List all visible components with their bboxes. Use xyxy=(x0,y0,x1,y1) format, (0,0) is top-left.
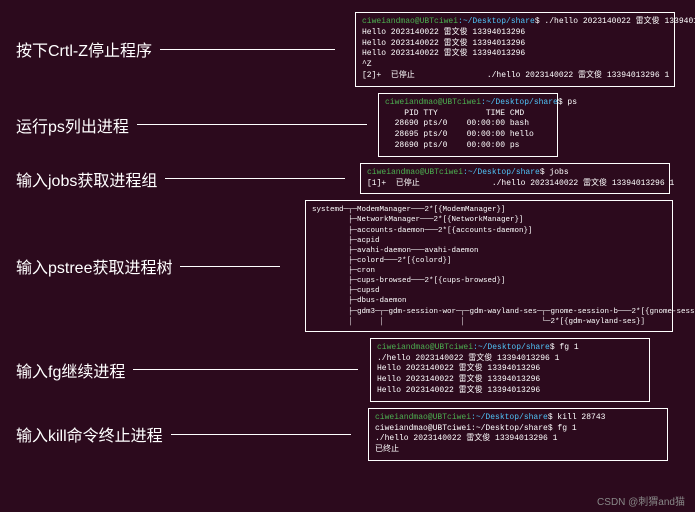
label-kill: 输入kill命令终止进程 xyxy=(0,422,163,446)
terminal-ctrl-z: ciweiandmao@UBTciwei:~/Desktop/share$ ./… xyxy=(355,12,675,87)
terminal-body: systemd─┬─ModemManager───2*[{ModemManage… xyxy=(312,206,695,325)
prompt-cmd: $ jobs xyxy=(540,168,569,177)
prompt-user: ciweiandmao@UBTciwei xyxy=(385,98,481,107)
prompt-cmd: $ ps xyxy=(558,98,577,107)
label-wrap: 输入jobs获取进程组 xyxy=(0,167,360,191)
prompt-cmd: $ ./hello 2023140022 雷文俊 13394013296 1 xyxy=(535,17,695,26)
connector-line xyxy=(180,266,280,267)
terminal-pstree: systemd─┬─ModemManager───2*[{ModemManage… xyxy=(305,200,673,332)
row-ctrl-z: 按下Crtl-Z停止程序 ciweiandmao@UBTciwei:~/Desk… xyxy=(0,12,695,87)
label-wrap: 输入kill命令终止进程 xyxy=(0,422,368,446)
row-jobs: 输入jobs获取进程组 ciweiandmao@UBTciwei:~/Deskt… xyxy=(0,163,695,195)
connector-line xyxy=(160,49,335,50)
terminal-ps: ciweiandmao@UBTciwei:~/Desktop/share$ ps… xyxy=(378,93,558,157)
terminal-body: PID TTY TIME CMD 28690 pts/0 00:00:00 ba… xyxy=(385,109,534,150)
prompt-path: :~/Desktop/share xyxy=(458,17,535,26)
row-ps: 运行ps列出进程 ciweiandmao@UBTciwei:~/Desktop/… xyxy=(0,93,695,157)
footer-attribution: CSDN @刺猬and猫 xyxy=(597,493,685,508)
row-fg: 输入fg继续进程 ciweiandmao@UBTciwei:~/Desktop/… xyxy=(0,338,695,402)
prompt-path: :~/Desktop/share xyxy=(481,98,558,107)
label-fg: 输入fg继续进程 xyxy=(0,358,125,382)
label-ctrl-z: 按下Crtl-Z停止程序 xyxy=(0,37,152,61)
label-wrap: 运行ps列出进程 xyxy=(0,113,378,137)
terminal-body: [1]+ 已停止 ./hello 2023140022 雷文俊 13394013… xyxy=(367,179,674,188)
prompt-user: ciweiandmao@UBTciwei xyxy=(362,17,458,26)
terminal-jobs: ciweiandmao@UBTciwei:~/Desktop/share$ jo… xyxy=(360,163,670,195)
row-kill: 输入kill命令终止进程 ciweiandmao@UBTciwei:~/Desk… xyxy=(0,408,695,461)
connector-line xyxy=(137,124,367,125)
terminal-fg: ciweiandmao@UBTciwei:~/Desktop/share$ fg… xyxy=(370,338,650,402)
prompt-user: ciweiandmao@UBTciwei xyxy=(377,343,473,352)
terminal-body: ciweiandmao@UBTciwei:~/Desktop/share$ fg… xyxy=(375,424,577,455)
prompt-cmd: $ fg 1 xyxy=(550,343,579,352)
label-wrap: 按下Crtl-Z停止程序 xyxy=(0,37,355,61)
label-pstree: 输入pstree获取进程树 xyxy=(0,254,172,278)
prompt-cmd: $ kill 28743 xyxy=(548,413,606,422)
prompt-user: ciweiandmao@UBTciwei xyxy=(375,413,471,422)
prompt-path: :~/Desktop/share xyxy=(471,413,548,422)
prompt-path: :~/Desktop/share xyxy=(463,168,540,177)
row-pstree: 输入pstree获取进程树 systemd─┬─ModemManager───2… xyxy=(0,200,695,332)
connector-line xyxy=(171,434,351,435)
label-wrap: 输入fg继续进程 xyxy=(0,358,370,382)
terminal-body: Hello 2023140022 雷文俊 13394013296 Hello 2… xyxy=(362,28,669,80)
label-jobs: 输入jobs获取进程组 xyxy=(0,167,157,191)
connector-line xyxy=(133,369,358,370)
label-ps: 运行ps列出进程 xyxy=(0,113,129,137)
connector-line xyxy=(165,178,345,179)
label-wrap: 输入pstree获取进程树 xyxy=(0,254,305,278)
terminal-kill: ciweiandmao@UBTciwei:~/Desktop/share$ ki… xyxy=(368,408,668,461)
prompt-path: :~/Desktop/share xyxy=(473,343,550,352)
prompt-user: ciweiandmao@UBTciwei xyxy=(367,168,463,177)
terminal-body: ./hello 2023140022 雷文俊 13394013296 1 Hel… xyxy=(377,354,559,395)
